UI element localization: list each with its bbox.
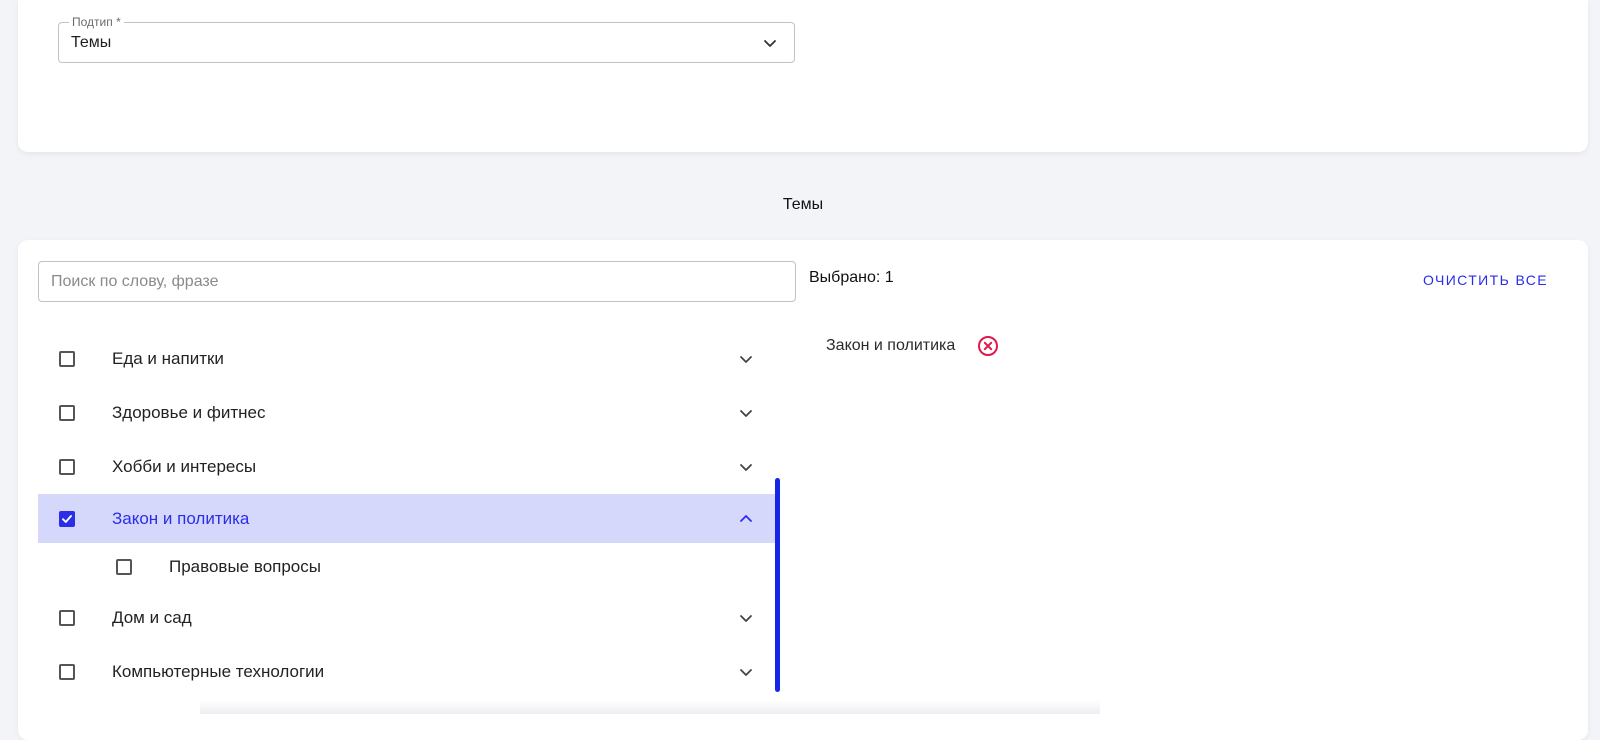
checkbox[interactable] <box>59 351 75 367</box>
checkbox[interactable] <box>116 559 132 575</box>
checkbox[interactable] <box>59 405 75 421</box>
tree-item-label: Закон и политика <box>112 508 250 528</box>
subtype-select-label: Подтип * <box>69 15 124 29</box>
tree-item[interactable]: Хобби и интересы <box>38 440 778 494</box>
chevron-down-icon[interactable] <box>738 610 754 626</box>
subtype-select[interactable]: Подтип * Темы <box>58 15 795 63</box>
subtype-select-value: Темы <box>71 34 112 51</box>
tree-scrollbar[interactable] <box>775 478 780 692</box>
selected-count: Выбрано: 1 <box>809 269 894 286</box>
topics-tree: Еда и напитки Здоровье и фитнес Хобби и … <box>38 332 778 699</box>
tree-item-label: Здоровье и фитнес <box>112 403 266 422</box>
tree-item[interactable]: Компьютерные технологии <box>38 645 778 699</box>
chevron-down-icon[interactable] <box>738 351 754 367</box>
search-input[interactable] <box>38 261 796 302</box>
checkbox[interactable] <box>59 459 75 475</box>
tree-item-label: Компьютерные технологии <box>112 662 325 681</box>
tree-item-label: Хобби и интересы <box>112 457 257 476</box>
checkbox[interactable] <box>59 610 75 626</box>
tree-item[interactable]: Дом и сад <box>38 591 778 645</box>
chevron-down-icon[interactable] <box>738 405 754 421</box>
tree-item[interactable]: Здоровье и фитнес <box>38 386 778 440</box>
chevron-up-icon[interactable] <box>738 511 754 527</box>
chevron-down-icon[interactable] <box>738 664 754 680</box>
selected-chip-label: Закон и политика <box>826 337 956 354</box>
topics-card: Выбрано: 1 ОЧИСТИТЬ ВСЕ Закон и политика… <box>18 240 1588 740</box>
clear-all-button[interactable]: ОЧИСТИТЬ ВСЕ <box>1423 272 1548 288</box>
checkbox[interactable] <box>59 664 75 680</box>
checkbox-checked[interactable] <box>59 510 75 527</box>
chevron-down-icon[interactable] <box>738 459 754 475</box>
selected-chip: Закон и политика <box>826 332 999 360</box>
chevron-down-icon <box>764 40 776 47</box>
tree-item-label: Еда и напитки <box>112 349 224 368</box>
check-icon <box>62 514 72 523</box>
tree-item[interactable]: Еда и напитки <box>38 332 778 386</box>
tree-item-selected[interactable]: Закон и политика <box>38 494 778 543</box>
tree-subitem-label: Правовые вопросы <box>169 557 321 576</box>
close-circle-icon[interactable] <box>977 335 999 357</box>
tree-item-label: Дом и сад <box>112 608 192 627</box>
section-title: Темы <box>782 196 824 213</box>
subtype-card: Подтип * Темы <box>18 0 1588 152</box>
tree-subitem[interactable]: Правовые вопросы <box>38 543 778 591</box>
